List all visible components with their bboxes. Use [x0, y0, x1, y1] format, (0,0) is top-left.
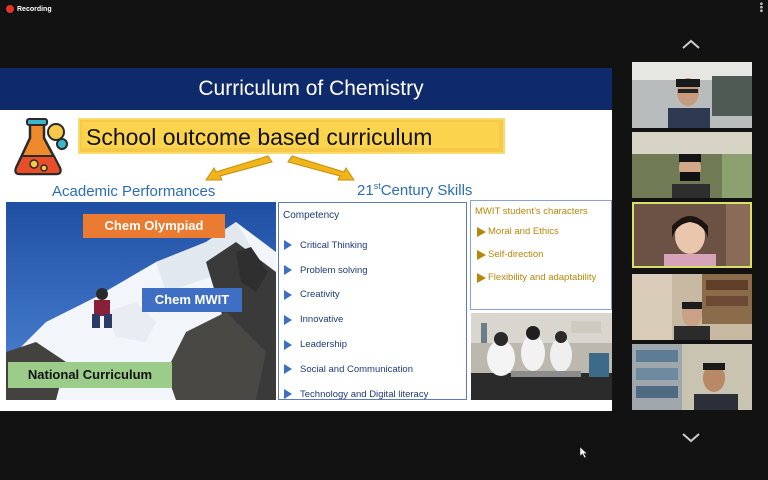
competency-box: Competency Critical Thinking Problem sol…	[278, 202, 467, 400]
century-skills-label: 21stCentury Skills	[357, 181, 473, 199]
outcome-heading-box: School outcome based curriculum	[78, 118, 505, 154]
chem-mwit-tag: Chem MWIT	[142, 288, 242, 312]
participant-video-tile[interactable]	[632, 132, 752, 198]
list-item: Technology and Digital literacy	[284, 382, 428, 407]
triangle-bullet-icon	[284, 339, 292, 350]
student-characters-box: MWIT student’s characters Moral and Ethi…	[470, 200, 612, 310]
more-options-icon[interactable]: •••	[755, 2, 766, 13]
recording-indicator: Recording	[6, 5, 52, 13]
list-item: Creativity	[284, 283, 428, 308]
participant-video-tile-active-speaker[interactable]	[632, 202, 752, 268]
list-item: Leadership	[284, 332, 428, 357]
triangle-bullet-icon	[284, 364, 292, 375]
triangle-bullet-icon	[477, 227, 486, 237]
triangle-bullet-icon	[477, 250, 486, 260]
triangle-bullet-icon	[284, 314, 292, 325]
list-item: Self-direction	[477, 249, 606, 263]
shared-slide: Curriculum of Chemistry School outcome b…	[0, 68, 612, 411]
lab-photo	[471, 313, 612, 400]
slide-title: Curriculum of Chemistry	[0, 68, 612, 110]
participant-video-tile[interactable]	[632, 62, 752, 128]
list-item: Flexibility and adaptability	[477, 272, 606, 286]
list-item: Problem solving	[284, 258, 428, 283]
mouse-cursor-icon	[580, 447, 588, 458]
competency-list: Critical Thinking Problem solving Creati…	[284, 233, 428, 407]
recording-dot-icon	[6, 5, 14, 13]
outcome-heading: School outcome based curriculum	[86, 124, 433, 150]
branch-arrows	[205, 155, 355, 181]
triangle-bullet-icon	[284, 389, 292, 400]
participant-video-tile[interactable]	[632, 344, 752, 410]
chem-olympiad-tag: Chem Olympiad	[83, 214, 225, 238]
list-item: Innovative	[284, 307, 428, 332]
characters-title: MWIT student’s characters	[475, 206, 588, 217]
recording-label: Recording	[17, 5, 52, 13]
list-item: Moral and Ethics	[477, 226, 606, 240]
triangle-bullet-icon	[284, 265, 292, 276]
participant-video-tile[interactable]	[632, 274, 752, 340]
list-item: Social and Communication	[284, 357, 428, 382]
competency-title: Competency	[283, 210, 340, 221]
list-item: Critical Thinking	[284, 233, 428, 258]
mountain-photo: Chem Olympiad Chem MWIT National Curricu…	[6, 202, 276, 400]
chevron-up-icon[interactable]	[681, 38, 701, 50]
meeting-window: Recording ••• Curriculum of Chemistry Sc…	[0, 0, 768, 480]
triangle-bullet-icon	[477, 273, 486, 283]
characters-list: Moral and Ethics Self-direction Flexibil…	[477, 226, 606, 295]
triangle-bullet-icon	[284, 289, 292, 300]
academic-performances-label: Academic Performances	[52, 183, 216, 200]
chevron-down-icon[interactable]	[681, 432, 701, 444]
national-curriculum-tag: National Curriculum	[8, 362, 172, 388]
triangle-bullet-icon	[284, 240, 292, 251]
flask-icon	[14, 118, 68, 176]
